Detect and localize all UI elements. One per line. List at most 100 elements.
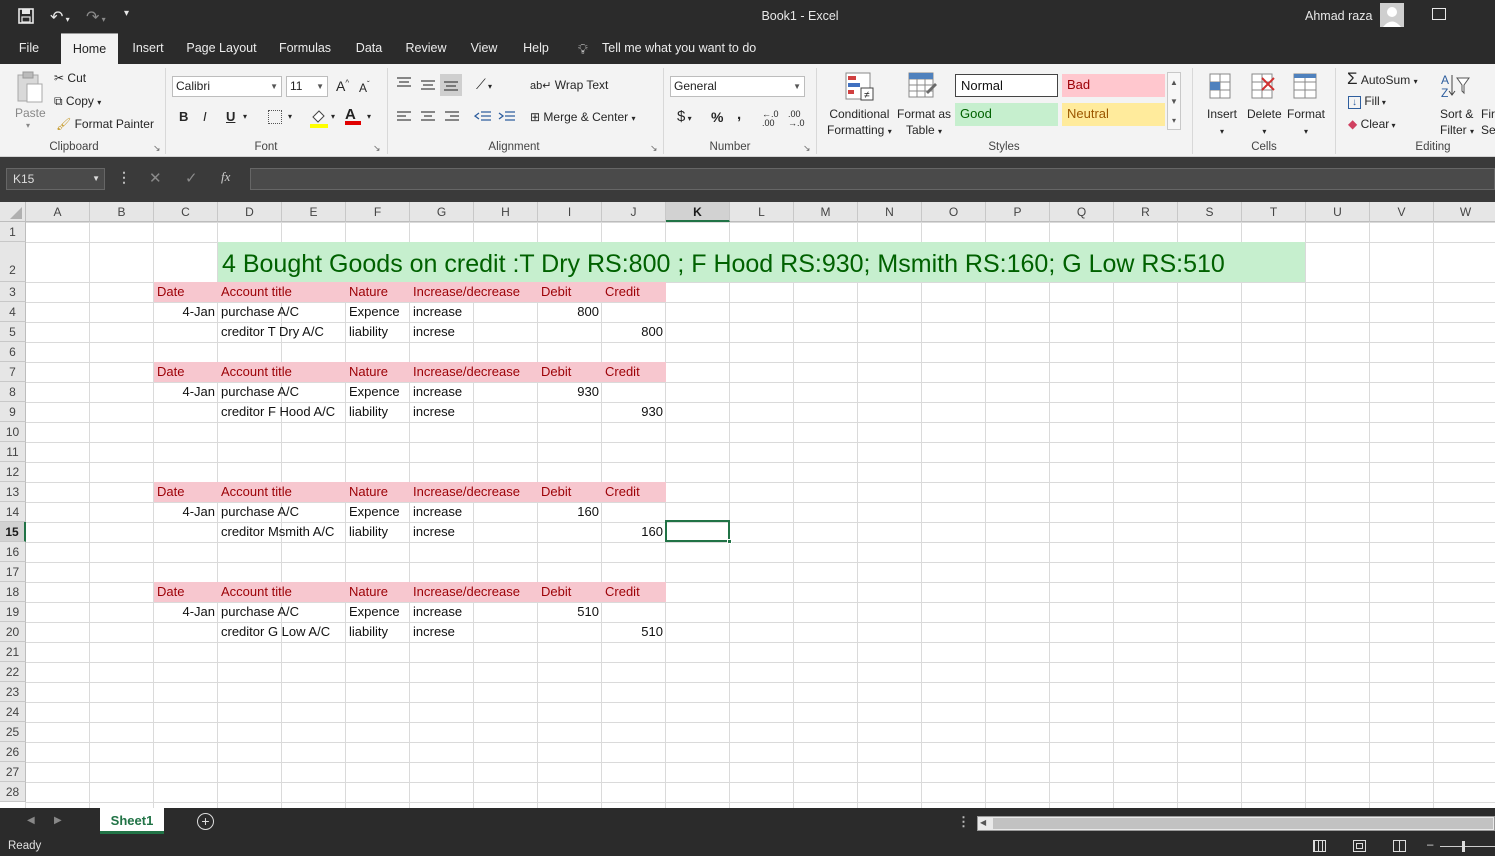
clear-button[interactable]: ◆ Clear ▾ (1348, 117, 1396, 131)
header-credit[interactable]: Credit (602, 362, 666, 382)
entry-incdec[interactable]: increse (410, 622, 458, 642)
entry-nature[interactable]: liability (346, 622, 391, 642)
scroll-right-icon[interactable]: ▶ (54, 815, 62, 826)
entry-incdec[interactable]: increse (410, 322, 458, 342)
horizontal-scrollbar[interactable]: ◀ (977, 816, 1495, 831)
column-header-m[interactable]: M (794, 202, 858, 222)
column-header-g[interactable]: G (410, 202, 474, 222)
column-header-s[interactable]: S (1178, 202, 1242, 222)
format-as-table-button[interactable]: Format as Table ▾ (897, 106, 951, 140)
row-header-20[interactable]: 20 (0, 622, 26, 642)
style-neutral[interactable]: Neutral (1062, 103, 1165, 126)
select-all-button[interactable] (0, 202, 26, 222)
normal-view-icon[interactable] (1313, 840, 1326, 852)
fill-color-dropdown-icon[interactable]: ▾ (331, 112, 335, 121)
user-name[interactable]: Ahmad raza (1305, 9, 1372, 23)
enter-icon[interactable]: ✓ (185, 169, 198, 187)
title-text[interactable]: 4 Bought Goods on credit :T Dry RS:800 ;… (218, 247, 1228, 281)
row-header-14[interactable]: 14 (0, 502, 26, 522)
insert-function-icon[interactable]: fx (221, 169, 230, 185)
conditional-formatting-button[interactable]: Conditional Formatting ▾ (827, 106, 892, 140)
header-credit[interactable]: Credit (602, 582, 666, 602)
find-select-button[interactable]: Fir Sel (1481, 106, 1495, 138)
wrap-text-button[interactable]: ab↵ Wrap Text (530, 78, 608, 92)
orientation-icon[interactable]: ⟋ ▾ (476, 76, 492, 93)
tab-formulas[interactable]: Formulas (276, 33, 334, 64)
entry-account[interactable]: purchase A/C (218, 302, 302, 322)
row-header-26[interactable]: 26 (0, 742, 26, 762)
column-header-t[interactable]: T (1242, 202, 1306, 222)
column-header-l[interactable]: L (730, 202, 794, 222)
row-header-12[interactable]: 12 (0, 462, 26, 482)
header-date[interactable]: Date (154, 362, 218, 382)
tab-insert[interactable]: Insert (127, 33, 169, 64)
tab-data[interactable]: Data (351, 33, 387, 64)
dialog-launcher-icon[interactable]: ↘ (153, 143, 161, 154)
delete-cells-icon[interactable] (1250, 72, 1276, 102)
align-bottom-icon[interactable] (440, 74, 462, 96)
sheet-tab-sheet1[interactable]: Sheet1 (100, 808, 164, 834)
row-header-9[interactable]: 9 (0, 402, 26, 422)
number-format-select[interactable]: General ▼ (670, 76, 805, 97)
row-header-27[interactable]: 27 (0, 762, 26, 782)
decrease-indent-icon[interactable] (474, 110, 492, 124)
header-increase-decrease[interactable]: Increase/decrease (410, 582, 538, 602)
split-handle-icon[interactable]: ⋮ (957, 814, 970, 830)
entry-debit[interactable]: 800 (538, 302, 602, 322)
conditional-formatting-icon[interactable]: ≠ (845, 72, 875, 102)
hscroll-thumb[interactable] (993, 818, 1493, 829)
column-header-h[interactable]: H (474, 202, 538, 222)
format-cells-button[interactable]: Format ▾ (1287, 106, 1325, 140)
column-header-r[interactable]: R (1114, 202, 1178, 222)
column-header-b[interactable]: B (90, 202, 154, 222)
cut-button[interactable]: ✂ Cut (54, 71, 86, 85)
row-header-3[interactable]: 3 (0, 282, 26, 302)
entry-incdec[interactable]: increase (410, 382, 465, 402)
column-header-j[interactable]: J (602, 202, 666, 222)
paste-dropdown-icon[interactable]: ▾ (26, 121, 30, 130)
font-color-dropdown-icon[interactable]: ▾ (367, 112, 371, 121)
row-header-17[interactable]: 17 (0, 562, 26, 582)
formula-input[interactable] (250, 168, 1495, 190)
tab-review[interactable]: Review (402, 33, 450, 64)
fill-color-icon[interactable] (309, 108, 329, 128)
row-header-8[interactable]: 8 (0, 382, 26, 402)
borders-dropdown-icon[interactable]: ▾ (288, 112, 292, 121)
row-header-25[interactable]: 25 (0, 722, 26, 742)
tab-page-layout[interactable]: Page Layout (184, 33, 259, 64)
format-as-table-icon[interactable] (908, 72, 938, 102)
column-header-c[interactable]: C (154, 202, 218, 222)
insert-cells-icon[interactable] (1208, 72, 1234, 102)
entry-debit[interactable]: 930 (538, 382, 602, 402)
entry-account[interactable]: creditor G Low A/C (218, 622, 333, 642)
row-header-7[interactable]: 7 (0, 362, 26, 382)
alignment-dialog-launcher-icon[interactable]: ↘ (650, 143, 658, 154)
copy-button[interactable]: ⧉ Copy ▾ (54, 94, 101, 109)
row-header-19[interactable]: 19 (0, 602, 26, 622)
entry-nature[interactable]: Expence (346, 602, 403, 622)
borders-icon[interactable] (268, 110, 282, 124)
italic-button[interactable]: I (203, 109, 207, 124)
header-account-title[interactable]: Account title (218, 582, 346, 602)
row-header-23[interactable]: 23 (0, 682, 26, 702)
align-top-icon[interactable] (396, 76, 412, 90)
header-debit[interactable]: Debit (538, 282, 602, 302)
entry-incdec[interactable]: increse (410, 402, 458, 422)
paste-button[interactable]: Paste (15, 106, 46, 120)
align-center-icon[interactable] (420, 110, 436, 124)
entry-account[interactable]: purchase A/C (218, 382, 302, 402)
header-debit[interactable]: Debit (538, 582, 602, 602)
decrease-decimal-icon[interactable]: .00 →.0 (788, 110, 805, 128)
font-color-icon[interactable]: A (345, 106, 361, 125)
column-header-e[interactable]: E (282, 202, 346, 222)
row-header-4[interactable]: 4 (0, 302, 26, 322)
row-header-1[interactable]: 1 (0, 222, 26, 242)
align-right-icon[interactable] (444, 110, 460, 124)
font-size-select[interactable]: 11 ▼ (286, 76, 328, 97)
underline-button[interactable]: U (226, 109, 235, 124)
header-date[interactable]: Date (154, 582, 218, 602)
entry-nature[interactable]: liability (346, 402, 391, 422)
header-credit[interactable]: Credit (602, 482, 666, 502)
format-cells-icon[interactable] (1292, 72, 1318, 102)
entry-incdec[interactable]: increse (410, 522, 458, 542)
